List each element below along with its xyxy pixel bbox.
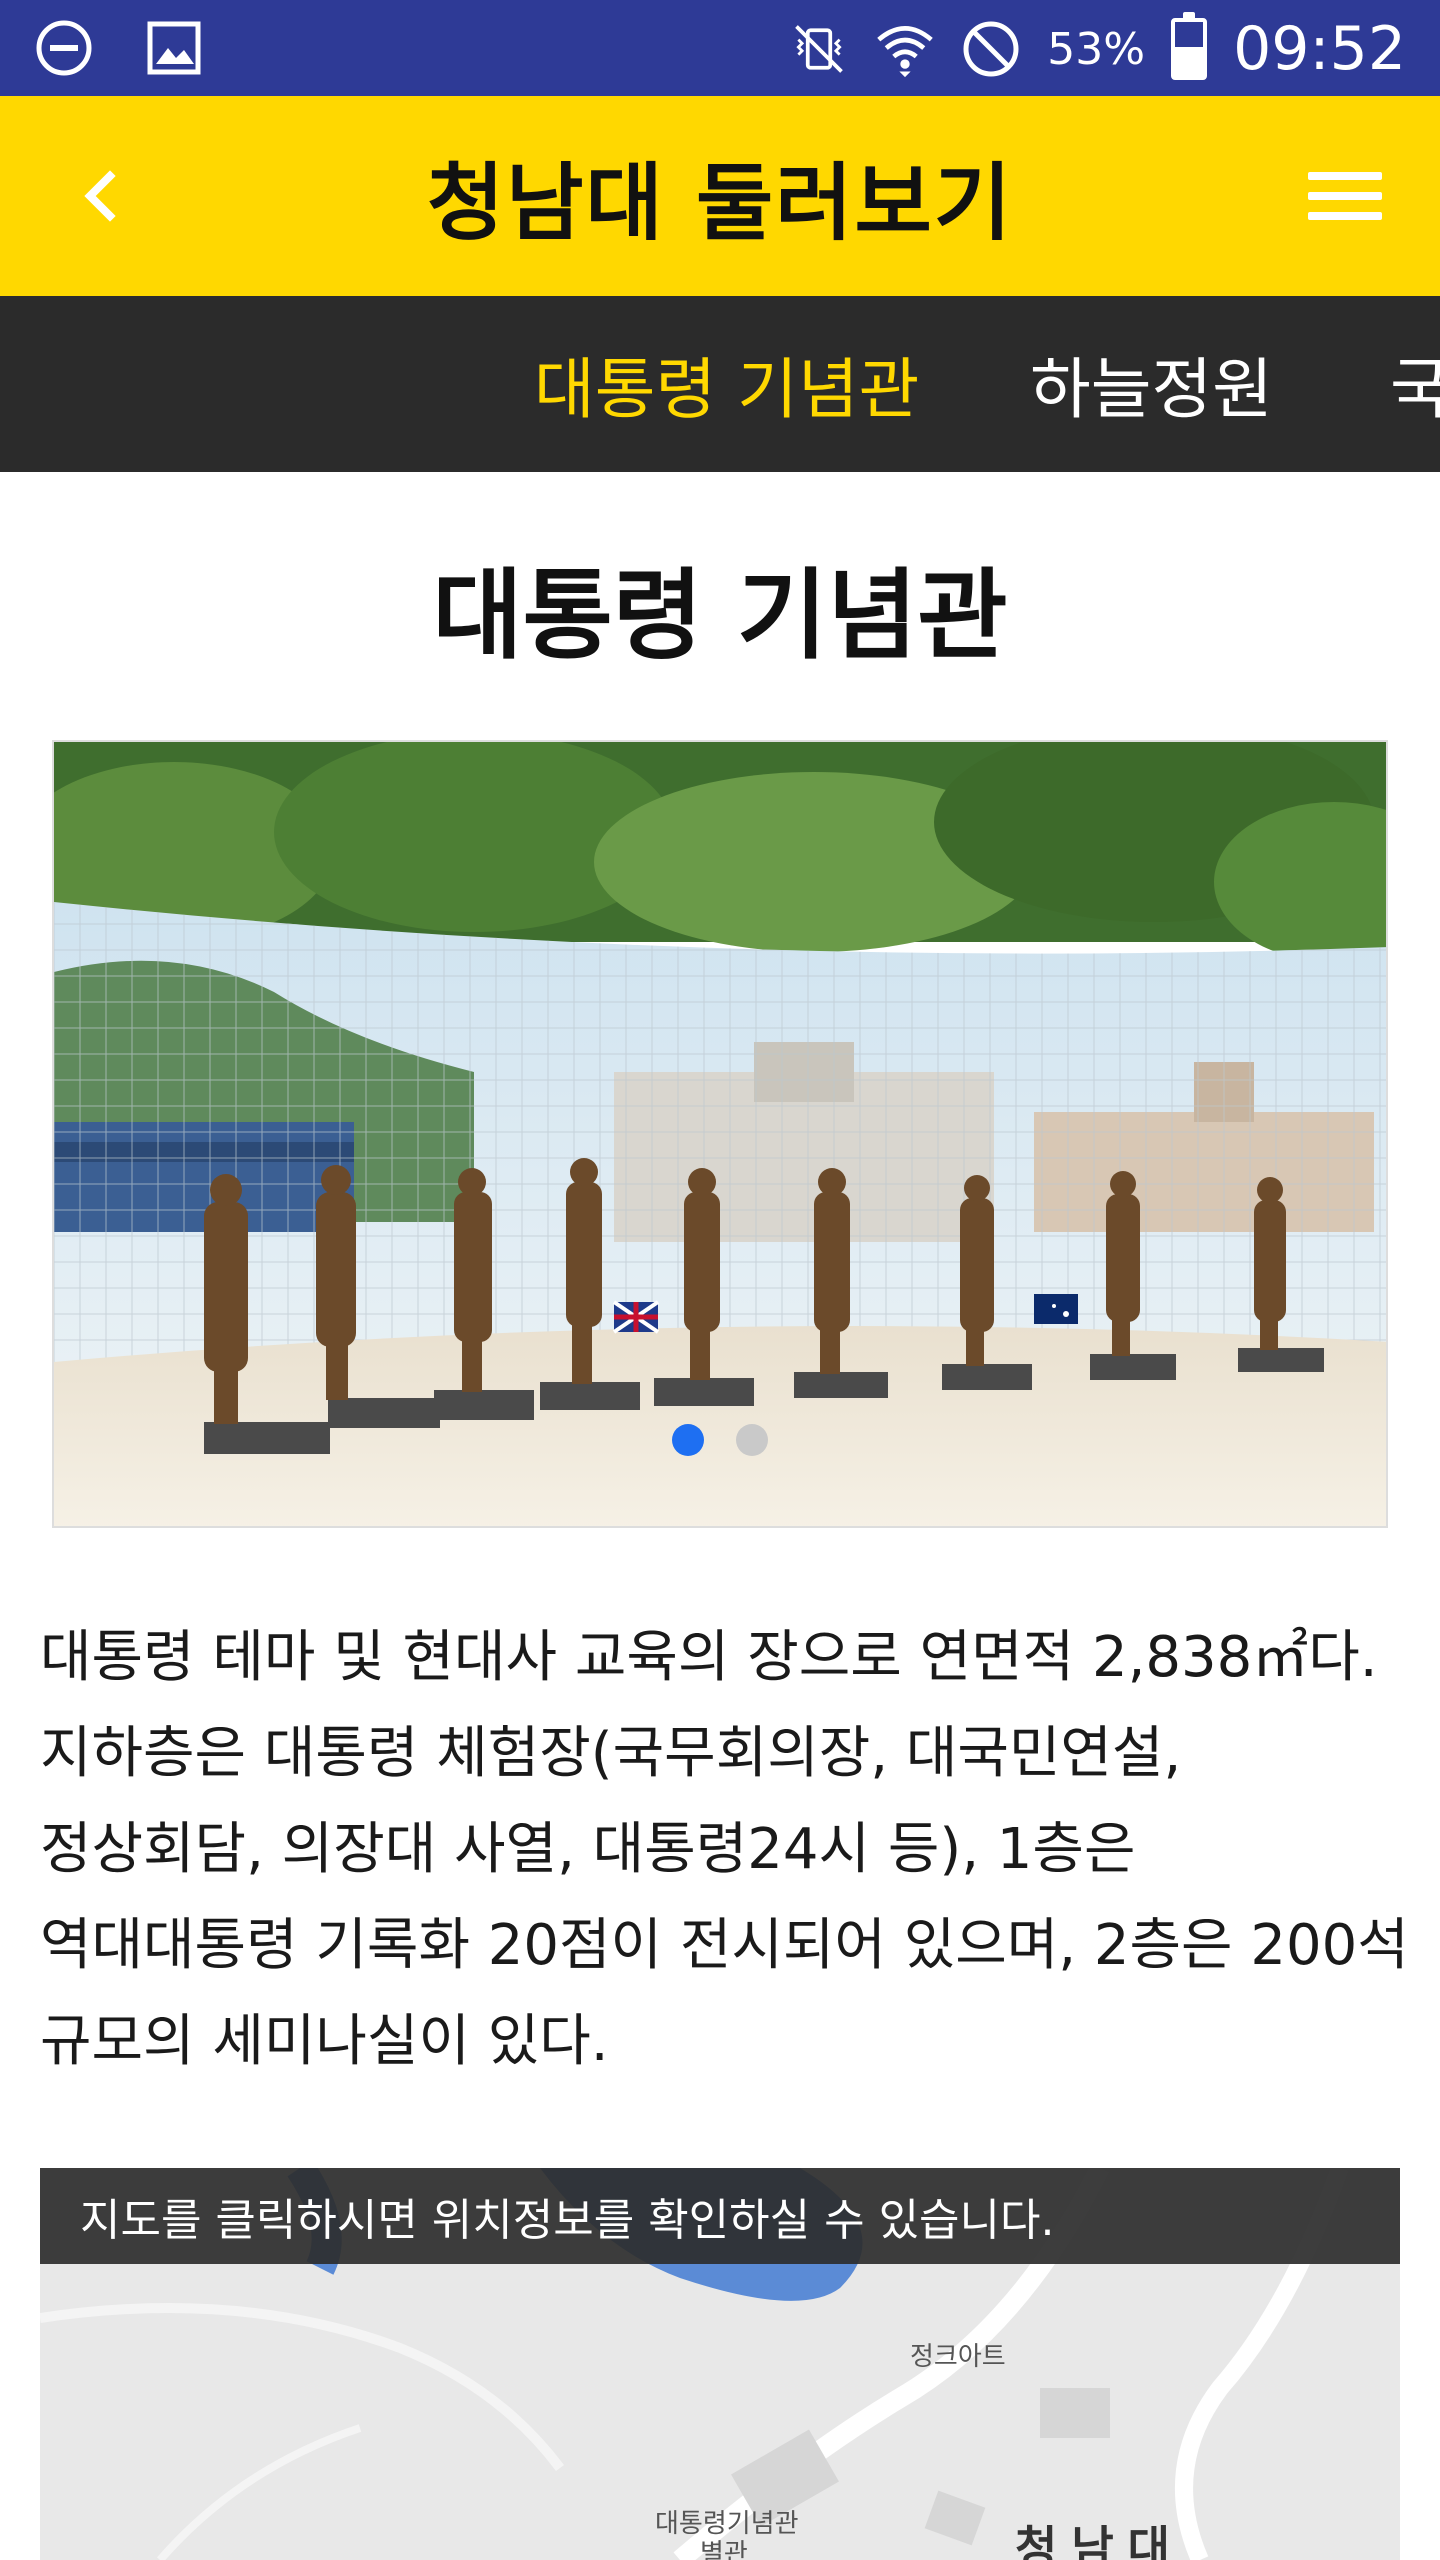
- memorial-photo: [54, 742, 1386, 1526]
- do-not-disturb-icon: [34, 18, 94, 78]
- map-label-annex: 별관: [700, 2539, 748, 2560]
- clock: 09:52: [1233, 14, 1406, 84]
- hamburger-menu-icon[interactable]: [1300, 151, 1390, 241]
- photo-carousel[interactable]: [52, 740, 1388, 1528]
- description-text: 대통령 테마 및 현대사 교육의 장으로 연면적 2,838㎡다. 지하층은 대…: [40, 1625, 1409, 2074]
- app-header: 청남대 둘러보기: [0, 96, 1440, 296]
- vibrate-mute-icon: [789, 19, 849, 79]
- back-button[interactable]: [60, 156, 140, 236]
- map-banner: 지도를 클릭하시면 위치정보를 확인하실 수 있습니다.: [40, 2168, 1400, 2264]
- tab-presidential-memorial[interactable]: 대통령 기념관: [534, 336, 919, 432]
- status-bar: 53% 09:52: [0, 0, 1440, 96]
- tab-sky-garden[interactable]: 하늘정원: [1030, 336, 1273, 432]
- tab-bar: 대통령 기념관 하늘정원 국: [0, 296, 1440, 472]
- carousel-dot-1[interactable]: [672, 1424, 704, 1456]
- battery-icon: [1171, 12, 1208, 80]
- carousel-indicator: [0, 1424, 1440, 1456]
- carousel-dot-2[interactable]: [736, 1424, 768, 1456]
- image-icon: [144, 18, 204, 78]
- page-title: 청남대 둘러보기: [426, 153, 1014, 252]
- wifi-icon: [875, 19, 935, 79]
- status-right-icons: 53% 09:52: [789, 12, 1406, 84]
- map-label-area: 청남대: [1015, 2521, 1184, 2560]
- blocked-icon: [961, 19, 1021, 79]
- battery-percent: 53%: [1047, 23, 1146, 75]
- tab-third[interactable]: 국: [1390, 336, 1440, 432]
- section-title: 대통령 기념관: [432, 559, 1008, 673]
- chevron-left-icon: [84, 170, 116, 222]
- location-map[interactable]: 지도를 클릭하시면 위치정보를 확인하실 수 있습니다. 정크아트 대통령기념관…: [40, 2168, 1400, 2560]
- map-label-junk-art: 정크아트: [910, 2342, 1006, 2372]
- status-left-icons: [34, 18, 204, 78]
